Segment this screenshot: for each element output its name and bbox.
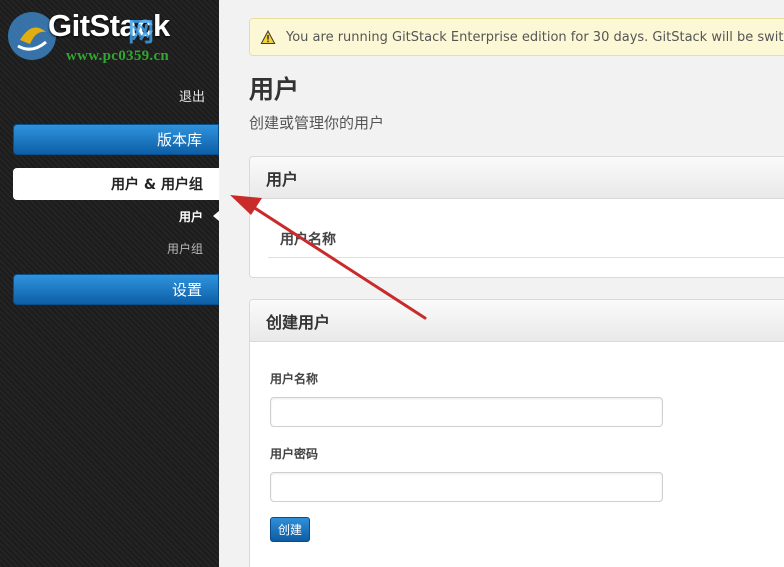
alert-text: You are running GitStack Enterprise edit… <box>286 29 784 45</box>
password-input[interactable] <box>270 472 663 502</box>
username-column-header: 用户名称 <box>280 232 336 248</box>
nav-repositories-button[interactable]: 版本库 <box>13 124 219 155</box>
users-panel: 用户 用户名称 <box>249 156 784 278</box>
watermark-url: www.pc0359.cn <box>66 48 170 64</box>
page-title: 用户 <box>249 75 300 104</box>
create-user-panel: 创建用户 用户名称 用户密码 创建 <box>249 299 784 567</box>
main-content: You are running GitStack Enterprise edit… <box>219 0 784 567</box>
table-divider <box>268 257 784 258</box>
create-user-panel-header: 创建用户 <box>250 300 784 342</box>
username-input[interactable] <box>270 397 663 427</box>
sidebar: GitStack 网 www.pc0359.cn 退出 版本库 用户 & 用户组… <box>0 0 219 567</box>
create-user-button[interactable]: 创建 <box>270 517 310 542</box>
nav-settings-button[interactable]: 设置 <box>13 274 219 305</box>
watermark-text: 网 <box>128 17 155 47</box>
logout-link[interactable]: 退出 <box>179 86 205 105</box>
password-label: 用户密码 <box>270 447 319 461</box>
nav-users-groups-button[interactable]: 用户 & 用户组 <box>13 168 219 200</box>
trial-alert: You are running GitStack Enterprise edit… <box>249 18 784 56</box>
warning-icon <box>260 30 276 44</box>
users-panel-header: 用户 <box>250 157 784 199</box>
page-subtitle: 创建或管理你的用户 <box>249 114 385 132</box>
nav-sub-users[interactable]: 用户 <box>179 208 203 225</box>
username-label: 用户名称 <box>270 372 319 386</box>
nav-sub-groups[interactable]: 用户组 <box>167 240 203 257</box>
